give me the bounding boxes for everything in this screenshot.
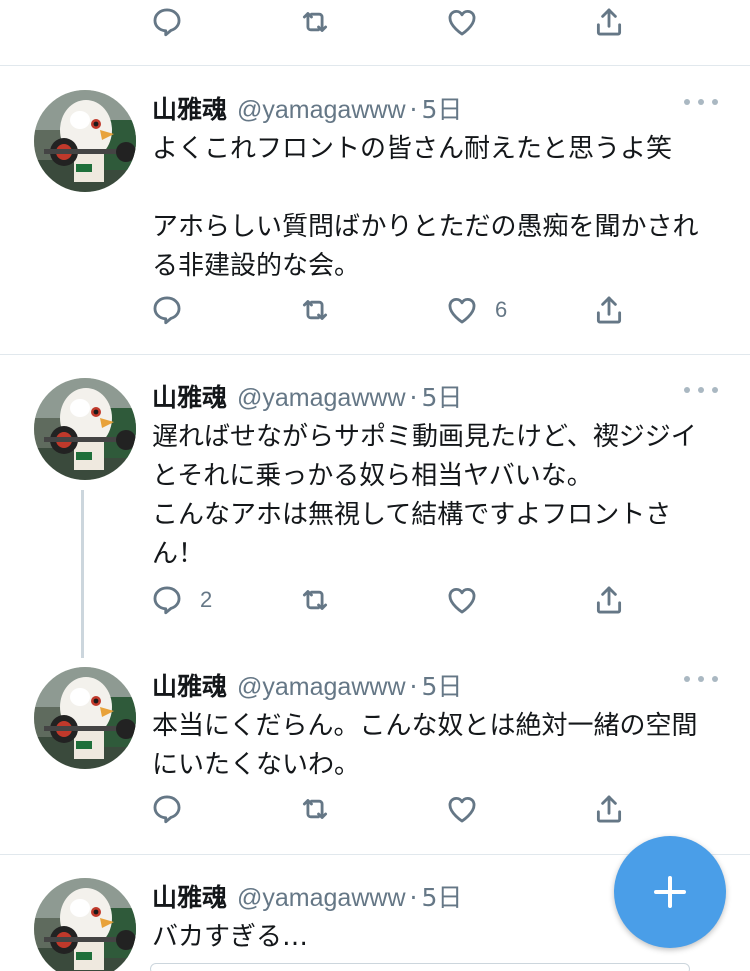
user-handle[interactable]: @yamagawww — [237, 884, 405, 913]
avatar[interactable] — [34, 667, 136, 769]
more-icon[interactable] — [684, 669, 718, 689]
share-icon — [592, 792, 626, 826]
retweet-button[interactable] — [298, 789, 348, 829]
user-handle[interactable]: @yamagawww — [237, 673, 405, 702]
timestamp[interactable]: 5日 — [421, 378, 462, 414]
heart-icon — [445, 5, 479, 39]
heart-icon — [445, 583, 479, 617]
share-button[interactable] — [592, 2, 626, 42]
top-tweet-actions — [150, 2, 630, 42]
heart-icon — [445, 792, 479, 826]
share-button[interactable] — [592, 580, 626, 620]
reply-count: 2 — [200, 587, 213, 612]
reply-button[interactable] — [150, 290, 200, 330]
separator-dot: · — [409, 95, 418, 124]
retweet-icon — [298, 792, 332, 826]
reply-button[interactable] — [150, 789, 200, 829]
display-name[interactable]: 山雅魂 — [152, 667, 227, 703]
share-icon — [592, 583, 626, 617]
tweet-text: 遅ればせながらサポミ動画見たけど、禊ジジイとそれに乗っかる奴ら相当ヤバいな。 こ… — [152, 422, 697, 569]
more-icon[interactable] — [684, 380, 718, 400]
tweet-actions: 2 — [150, 580, 630, 620]
reply-icon — [150, 5, 184, 39]
timestamp[interactable]: 5日 — [421, 878, 462, 914]
share-icon — [592, 5, 626, 39]
user-handle[interactable]: @yamagawww — [237, 96, 405, 125]
separator-dot: · — [409, 883, 418, 912]
avatar[interactable] — [34, 878, 136, 971]
separator-dot: · — [409, 672, 418, 701]
retweet-button[interactable] — [298, 290, 348, 330]
retweet-button[interactable] — [298, 2, 332, 42]
tweet[interactable]: 山雅魂 @yamagawww · 5日 よくこれフロントの皆さん耐えたと思うよ笑… — [0, 90, 750, 354]
tweet-text: 本当にくだらん。こんな奴とは絶対一緒の空間にいたくないわ。 — [152, 711, 698, 780]
retweet-button[interactable] — [298, 580, 348, 620]
quoted-card-edge — [150, 963, 690, 971]
reply-icon — [150, 583, 184, 617]
like-button[interactable] — [445, 580, 495, 620]
tweet-actions: 6 — [150, 290, 630, 330]
heart-icon — [445, 293, 479, 327]
tweet-header: 山雅魂 @yamagawww · 5日 — [152, 878, 462, 914]
reply-icon — [150, 792, 184, 826]
like-count: 6 — [495, 297, 508, 322]
user-handle[interactable]: @yamagawww — [237, 384, 405, 413]
share-button[interactable] — [592, 290, 626, 330]
reply-button[interactable]: 2 — [150, 580, 212, 620]
avatar[interactable] — [34, 90, 136, 192]
divider — [0, 354, 750, 355]
timestamp[interactable]: 5日 — [421, 90, 462, 126]
tweet-text: よくこれフロントの皆さん耐えたと思うよ笑 アホらしい質問ばかりとただの愚痴を聞か… — [152, 134, 699, 281]
tweet-header: 山雅魂 @yamagawww · 5日 — [152, 667, 462, 703]
plus-icon — [654, 876, 686, 908]
share-button[interactable] — [592, 789, 626, 829]
separator-dot: · — [409, 383, 418, 412]
tweet-header: 山雅魂 @yamagawww · 5日 — [152, 378, 462, 414]
retweet-icon — [298, 583, 332, 617]
like-button[interactable] — [445, 2, 479, 42]
display-name[interactable]: 山雅魂 — [152, 378, 227, 414]
tweet[interactable]: 山雅魂 @yamagawww · 5日 本当にくだらん。こんな奴とは絶対一緒の空… — [0, 667, 750, 853]
tweet[interactable]: 山雅魂 @yamagawww · 5日 遅ればせながらサポミ動画見たけど、禊ジジ… — [0, 378, 750, 638]
retweet-icon — [298, 293, 332, 327]
like-button[interactable]: 6 — [445, 290, 507, 330]
reply-button[interactable] — [150, 2, 184, 42]
more-icon[interactable] — [684, 92, 718, 112]
display-name[interactable]: 山雅魂 — [152, 90, 227, 126]
display-name[interactable]: 山雅魂 — [152, 878, 227, 914]
divider — [0, 65, 750, 66]
share-icon — [592, 293, 626, 327]
avatar[interactable] — [34, 378, 136, 480]
retweet-icon — [298, 5, 332, 39]
reply-icon — [150, 293, 184, 327]
tweet-header: 山雅魂 @yamagawww · 5日 — [152, 90, 462, 126]
timestamp[interactable]: 5日 — [421, 667, 462, 703]
compose-button[interactable] — [614, 836, 726, 948]
tweet-actions — [150, 789, 630, 829]
like-button[interactable] — [445, 789, 495, 829]
